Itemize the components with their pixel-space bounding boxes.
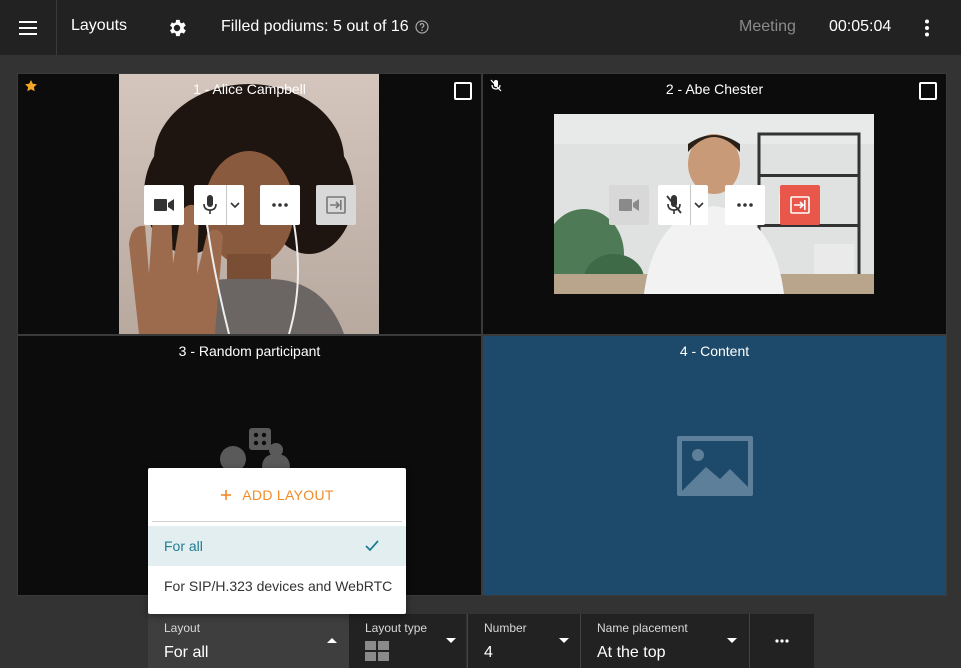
layout-menu: ADD LAYOUT For all For SIP/H.323 devices…: [148, 468, 406, 614]
podium-tile-4[interactable]: 4 - Content: [482, 335, 947, 596]
meeting-timer: 00:05:04: [829, 18, 892, 35]
menu-item-for-all[interactable]: For all: [148, 526, 406, 566]
camera-toggle-button[interactable]: [609, 185, 649, 225]
app-root: Layouts Filled podiums: 5 out of 16 Meet…: [0, 0, 961, 668]
remove-from-podium-button[interactable]: [780, 185, 820, 225]
hamburger-menu-button[interactable]: [0, 0, 57, 55]
microphone-control[interactable]: [658, 185, 708, 225]
menu-item-sip-webrtc[interactable]: For SIP/H.323 devices and WebRTC: [148, 566, 406, 606]
microphone-off-icon: [666, 195, 682, 214]
help-icon[interactable]: [415, 20, 429, 34]
tile-participant-name: 2 - Abe Chester: [665, 81, 764, 97]
checkmark-icon: [365, 540, 379, 552]
more-horizontal-icon: [272, 203, 288, 207]
more-horizontal-icon: [775, 639, 789, 643]
filled-podiums-status: Filled podiums: 5 out of 16: [221, 18, 429, 36]
page-title: Layouts: [71, 17, 128, 34]
more-options-button[interactable]: [913, 14, 941, 42]
hamburger-icon: [19, 20, 37, 35]
podiums-text: Filled podiums: 5 out of 16: [221, 18, 409, 35]
caret-down-icon: [727, 638, 737, 643]
more-horizontal-icon: [737, 203, 753, 207]
menu-divider: [152, 521, 402, 522]
caret-down-icon: [446, 638, 456, 643]
chevron-down-icon: [694, 202, 704, 208]
microphone-toggle-button[interactable]: [194, 185, 227, 225]
add-layout-button[interactable]: ADD LAYOUT: [148, 468, 406, 522]
microphone-control[interactable]: [194, 185, 244, 225]
number-label: Number: [484, 621, 527, 635]
tile-select-checkbox[interactable]: [919, 82, 937, 100]
chevron-down-icon: [230, 202, 240, 208]
participant-more-button[interactable]: [725, 185, 765, 225]
layout-select-value: For all: [164, 644, 209, 661]
menu-item-label: For SIP/H.323 devices and WebRTC: [164, 578, 393, 594]
name-placement-select[interactable]: Name placement At the top: [581, 614, 749, 668]
podium-tile-1[interactable]: 1 - Alice Campbell: [17, 73, 482, 335]
video-camera-icon: [154, 199, 174, 211]
layout-select-label: Layout: [164, 621, 201, 635]
number-select[interactable]: Number 4: [468, 614, 580, 668]
podium-tile-2[interactable]: 2 - Abe Chester: [482, 73, 947, 335]
microphone-icon: [203, 195, 217, 214]
caret-up-icon: [327, 638, 337, 643]
microphone-options-dropdown[interactable]: [227, 185, 243, 225]
name-placement-label: Name placement: [597, 621, 688, 635]
bottom-more-button[interactable]: [750, 614, 814, 668]
exit-podium-icon: [790, 196, 810, 214]
kebab-icon: [925, 19, 929, 37]
exit-podium-icon: [326, 196, 346, 214]
caret-down-icon: [559, 638, 569, 643]
layout-select[interactable]: Layout For all: [148, 614, 349, 668]
top-bar: Layouts Filled podiums: 5 out of 16 Meet…: [0, 0, 961, 55]
tile-participant-name: 1 - Alice Campbell: [193, 81, 306, 97]
add-layout-label: ADD LAYOUT: [242, 487, 334, 503]
microphone-options-dropdown[interactable]: [691, 185, 707, 225]
microphone-toggle-button[interactable]: [658, 185, 691, 225]
menu-item-label: For all: [164, 538, 203, 554]
camera-toggle-button[interactable]: [144, 185, 184, 225]
tile-select-checkbox[interactable]: [454, 82, 472, 100]
number-value: 4: [484, 644, 493, 661]
plus-icon: [221, 490, 232, 500]
name-placement-value: At the top: [597, 644, 666, 661]
tile-participant-name: 3 - Random participant: [178, 343, 321, 359]
participant-video: [554, 114, 874, 294]
participant-more-button[interactable]: [260, 185, 300, 225]
gear-icon: [170, 19, 186, 37]
layout-type-select[interactable]: Layout type: [349, 614, 466, 668]
tile-participant-name: 4 - Content: [679, 343, 750, 359]
layout-type-label: Layout type: [365, 621, 428, 635]
meeting-tab[interactable]: Meeting: [739, 18, 796, 36]
settings-button[interactable]: [163, 14, 191, 42]
video-camera-icon: [619, 199, 639, 211]
remove-from-podium-button[interactable]: [316, 185, 356, 225]
grid-2x2-icon: [365, 641, 389, 661]
image-placeholder-icon: [677, 436, 753, 496]
